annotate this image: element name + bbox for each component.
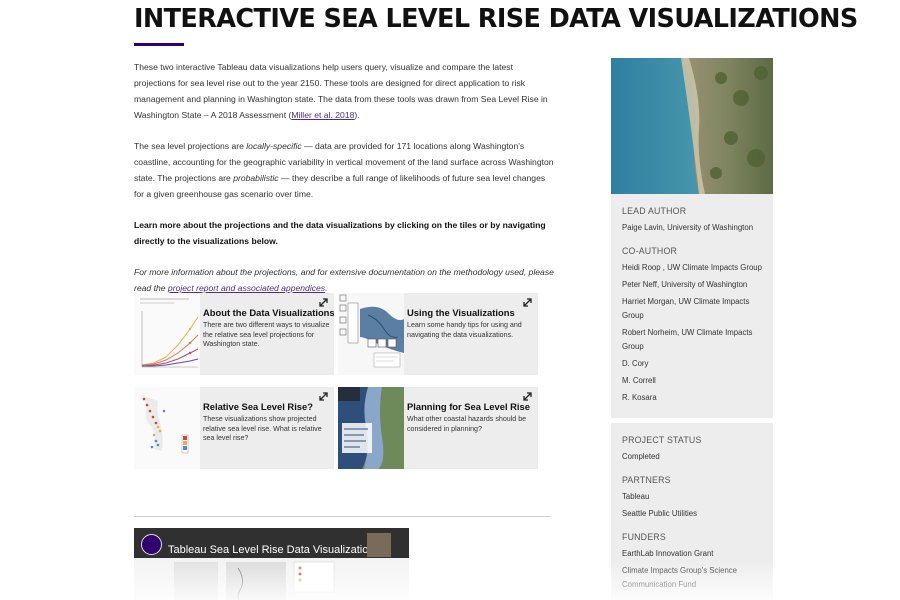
tile-title: Planning for Sea Level Rise (407, 401, 530, 412)
funder-item: EarthLab Innovation Grant (622, 549, 714, 558)
coauthor-item: Heidi Roop , UW Climate Impacts Group (622, 263, 762, 272)
coauthor-item: M. Correll (622, 376, 656, 385)
tile-body: About the Data Visualizations There are … (203, 307, 334, 350)
tile-description: What other coastal hazards should be con… (407, 415, 527, 433)
intro-paragraph-2: The sea level projections are locally-sp… (134, 138, 554, 202)
tile-description: There are two different ways to visualiz… (203, 321, 330, 349)
partners-heading: PARTNERS (622, 475, 671, 485)
navigation-thumbnail (338, 293, 404, 375)
expand-icon[interactable] (523, 298, 532, 307)
tile-description: Learn some handy tips for using and navi… (407, 321, 522, 339)
locally-specific-emphasis: locally-specific (246, 141, 302, 151)
intro-paragraph-3: Learn more about the projections and the… (134, 220, 546, 246)
title-underline (134, 43, 184, 46)
tile-planning-for-sea-level-rise[interactable]: Planning for Sea Level Rise What other c… (338, 387, 538, 469)
tile-about-data-visualizations[interactable]: About the Data Visualizations There are … (134, 293, 334, 375)
coastal-hazard-map-thumbnail (338, 387, 404, 469)
project-sidebar: LEAD AUTHOR Paige Lavin, University of W… (611, 58, 773, 600)
coauthor-heading: CO-AUTHOR (622, 246, 678, 256)
visualization-tiles: About the Data Visualizations There are … (134, 293, 554, 469)
section-divider (134, 516, 551, 517)
tile-title: Relative Sea Level Rise? (203, 401, 313, 412)
coauthor-item: Harriet Morgan, UW Climate Impacts Group (622, 297, 750, 320)
presenter-thumbnail (367, 533, 391, 557)
coauthor-item: Robert Norheim, UW Climate Impacts Group (622, 328, 753, 351)
intro-content: These two interactive Tableau data visua… (134, 59, 554, 311)
tile-description: These visualizations show projected rela… (203, 415, 322, 443)
partner-item: Seattle Public Utilities (622, 509, 697, 518)
channel-logo-icon[interactable] (141, 534, 162, 555)
project-status-heading: PROJECT STATUS (622, 435, 702, 445)
hazard-map-thumbnail (338, 387, 404, 469)
funders-heading: FUNDERS (622, 532, 666, 542)
expand-icon[interactable] (319, 298, 328, 307)
map-thumbnail (134, 387, 200, 469)
intro-p2-a: The sea level projections are (134, 141, 247, 151)
expand-icon[interactable] (319, 392, 328, 401)
tile-body: Relative Sea Level Rise? These visualiza… (203, 401, 331, 444)
projection-chart-thumbnail (134, 293, 200, 375)
video-embed[interactable]: Tableau Sea Level Rise Data Visualizatio… (134, 528, 409, 600)
coauthor-item: R. Kosara (622, 393, 657, 402)
coauthor-item: Peter Neff, University of Washington (622, 280, 748, 289)
page-title: INTERACTIVE SEA LEVEL RISE DATA VISUALIZ… (134, 4, 858, 34)
funder-item: Climate Impacts Group's Science Communic… (622, 566, 738, 589)
tile-relative-sea-level-rise[interactable]: Relative Sea Level Rise? These visualiza… (134, 387, 334, 469)
intro-paragraph-1: These two interactive Tableau data visua… (134, 59, 554, 123)
tile-using-visualizations[interactable]: Using the Visualizations Learn some hand… (338, 293, 538, 375)
washington-coast-map-thumbnail (134, 387, 200, 469)
tile-title: Using the Visualizations (407, 307, 515, 318)
lead-author-name: Paige Lavin, University of Washington (622, 223, 754, 232)
partner-item: Tableau (622, 492, 650, 501)
coastline-photo (611, 58, 773, 194)
project-report-link[interactable]: project report and associated appendices (168, 283, 325, 293)
chart-thumbnail (134, 293, 200, 375)
navigation-guide-thumbnail (338, 293, 404, 375)
project-status-value: Completed (622, 452, 660, 461)
tile-title: About the Data Visualizations (203, 307, 334, 318)
sidebar-separator (611, 418, 773, 423)
coauthor-item: D. Cory (622, 359, 649, 368)
lead-author-heading: LEAD AUTHOR (622, 206, 687, 216)
tile-body: Planning for Sea Level Rise What other c… (407, 401, 535, 434)
probabilistic-emphasis: probabilistic (233, 173, 279, 183)
intro-p4-end: . (325, 283, 328, 293)
intro-p1-end: ). (354, 110, 360, 120)
miller-2018-link[interactable]: Miller et al. 2018 (291, 110, 354, 120)
expand-icon[interactable] (523, 392, 532, 401)
video-title[interactable]: Tableau Sea Level Rise Data Visualizatio… (168, 544, 374, 556)
aerial-coastline-image (611, 58, 773, 194)
tile-body: Using the Visualizations Learn some hand… (407, 307, 535, 340)
intro-paragraph-4: For more information about the projectio… (134, 264, 554, 296)
